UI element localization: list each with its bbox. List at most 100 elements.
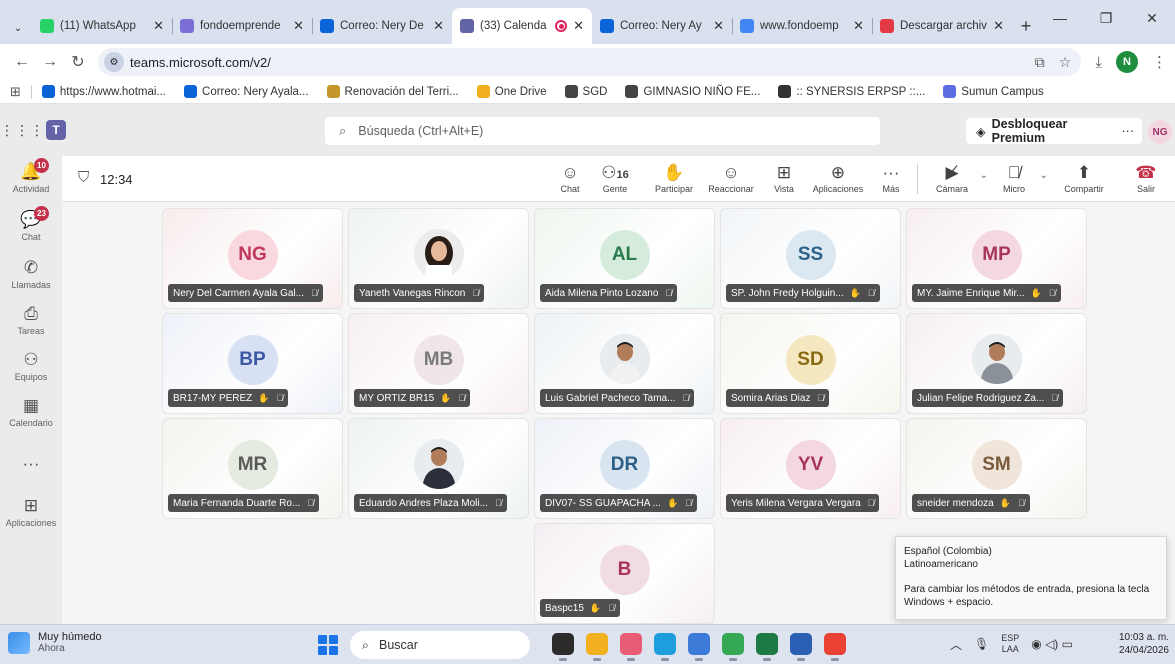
rail-item-calendario[interactable]: ▦ Calendario bbox=[0, 396, 62, 428]
camera-options-chevron-icon[interactable]: ⌄ bbox=[980, 170, 988, 181]
windows-start-icon[interactable] bbox=[318, 635, 338, 655]
rail-item-equipos[interactable]: ⚇ Equipos bbox=[0, 350, 62, 382]
edge-icon[interactable] bbox=[654, 633, 676, 661]
tray-mic-icon[interactable]: 🎙 bbox=[974, 637, 989, 651]
participant-tile[interactable]: BP BR17-MY PEREZ ✋ 🎙̸ bbox=[162, 313, 343, 414]
close-tab-icon[interactable]: ✕ bbox=[713, 18, 724, 34]
omnibox[interactable]: ⚙ teams.microsoft.com/v2/ ⧉ ☆ bbox=[98, 48, 1082, 76]
bookmark-star-icon[interactable]: ☆ bbox=[1059, 54, 1072, 71]
rail-item-more[interactable]: ··· bbox=[0, 454, 62, 476]
participant-tile[interactable]: SS SP. John Fredy Holguin... ✋ 🎙̸ bbox=[720, 208, 901, 309]
shield-icon[interactable]: ⛉ bbox=[78, 169, 89, 186]
browser-tab[interactable]: (11) WhatsApp ✕ bbox=[32, 8, 172, 44]
bookmark-item[interactable]: SGD bbox=[564, 85, 607, 98]
bookmark-item[interactable]: One Drive bbox=[476, 85, 547, 98]
bookmark-item[interactable]: GIMNASIO NIÑO FE... bbox=[625, 85, 760, 98]
rail-item-llamadas[interactable]: ✆ Llamadas bbox=[0, 258, 62, 290]
weather-widget[interactable]: Muy húmedo Ahora bbox=[8, 631, 102, 654]
forward-icon[interactable]: → bbox=[36, 48, 64, 76]
participant-tile[interactable]: NG Nery Del Carmen Ayala Gal... 🎙̸ bbox=[162, 208, 343, 309]
bookmark-item[interactable]: https://www.hotmai... bbox=[41, 85, 166, 98]
settings-more-icon[interactable]: ··· bbox=[1122, 124, 1135, 138]
more-button[interactable]: ··· Más bbox=[876, 162, 906, 194]
browser-tab[interactable]: (33) Calenda ✕ bbox=[452, 8, 592, 44]
participant-tile[interactable]: SD Somira Arias Diaz 🎙̸ bbox=[720, 313, 901, 414]
tray-overflow-chevron-icon[interactable]: ︿ bbox=[950, 636, 962, 653]
participant-tile[interactable]: Yaneth Vanegas Rincon 🎙̸ bbox=[348, 208, 529, 309]
excel-icon[interactable] bbox=[756, 633, 778, 661]
leave-button[interactable]: ☎ Salir bbox=[1128, 162, 1164, 194]
apps-grid-icon[interactable]: ⊞ bbox=[10, 84, 21, 100]
close-tab-icon[interactable]: ✕ bbox=[293, 18, 304, 34]
raise-hand-button[interactable]: ✋ Participar bbox=[646, 162, 702, 194]
task-view-icon[interactable] bbox=[552, 633, 574, 661]
browser-tab[interactable]: www.fondoemp ✕ bbox=[732, 8, 872, 44]
view-button[interactable]: ⊞ Vista bbox=[764, 162, 804, 194]
bookmark-item[interactable]: Sumun Campus bbox=[943, 85, 1044, 98]
cast-icon[interactable]: ⧉ bbox=[1035, 54, 1045, 71]
people-button[interactable]: ⚇16 Gente bbox=[592, 162, 638, 194]
browser-tab[interactable]: fondoemprende ✕ bbox=[172, 8, 312, 44]
apps-button[interactable]: ⊕ Aplicaciones bbox=[806, 162, 870, 194]
file-explorer-icon[interactable] bbox=[586, 633, 608, 661]
close-window-icon[interactable]: ✕ bbox=[1129, 0, 1175, 36]
browser-tab[interactable]: Descargar archiv ✕ bbox=[872, 8, 1012, 44]
participant-tile[interactable]: Eduardo Andres Plaza Moli... 🎙̸ bbox=[348, 418, 529, 519]
taskbar-clock[interactable]: 10:03 a. m. 24/04/2026 bbox=[1119, 631, 1169, 657]
participant-tile[interactable]: Luis Gabriel Pacheco Tama... 🎙̸ bbox=[534, 313, 715, 414]
rail-item-chat[interactable]: 💬 23 Chat bbox=[0, 206, 62, 242]
close-tab-icon[interactable]: ✕ bbox=[853, 18, 864, 34]
participant-tile[interactable]: YV Yeris Milena Vergara Vergara 🎙̸ bbox=[720, 418, 901, 519]
rail-item-actividad[interactable]: 🔔 10 Actividad bbox=[0, 158, 62, 194]
participant-tile[interactable]: MR Maria Fernanda Duarte Ro... 🎙̸ bbox=[162, 418, 343, 519]
rail-item-aplicaciones[interactable]: ⊞ Aplicaciones bbox=[0, 496, 62, 528]
restore-icon[interactable]: ❐ bbox=[1083, 0, 1129, 36]
profile-avatar[interactable]: N bbox=[1116, 51, 1138, 73]
browser-tab[interactable]: Correo: Nery Ay ✕ bbox=[592, 8, 732, 44]
participant-name-bar: sneider mendoza ✋ 🎙̸ bbox=[912, 494, 1030, 512]
back-icon[interactable]: ← bbox=[8, 48, 36, 76]
close-tab-icon[interactable]: ✕ bbox=[433, 18, 444, 34]
rail-item-tareas[interactable]: ⎙ Tareas bbox=[0, 304, 62, 336]
share-button[interactable]: ⬆ Compartir bbox=[1056, 162, 1112, 194]
teams-search-input[interactable]: ⌕ Búsqueda (Ctrl+Alt+E) bbox=[325, 117, 880, 145]
participant-tile[interactable]: MP MY. Jaime Enrique Mir... ✋ 🎙̸ bbox=[906, 208, 1087, 309]
store-icon[interactable] bbox=[688, 633, 710, 661]
participant-tile[interactable]: SM sneider mendoza ✋ 🎙̸ bbox=[906, 418, 1087, 519]
unlock-premium-button[interactable]: ◈ Desbloquear Premium ··· bbox=[966, 117, 1142, 145]
tab-search-icon[interactable]: ⌄ bbox=[4, 12, 32, 44]
reload-icon[interactable]: ↻ bbox=[64, 48, 92, 76]
participant-tile[interactable]: Julian Felipe Rodriguez Za... 🎙̸ bbox=[906, 313, 1087, 414]
photos-icon[interactable] bbox=[620, 633, 642, 661]
taskbar-search[interactable]: ⌕ Buscar bbox=[350, 631, 530, 659]
participant-tile[interactable]: B Baspc15 ✋ 🎙̸ bbox=[534, 523, 715, 624]
input-language-indicator[interactable]: ESP LAA bbox=[1001, 633, 1019, 655]
browser-tab[interactable]: Correo: Nery De ✕ bbox=[312, 8, 452, 44]
participant-tile[interactable]: AL Aida Milena Pinto Lozano 🎙̸ bbox=[534, 208, 715, 309]
react-button[interactable]: ☺ Reaccionar bbox=[702, 162, 760, 194]
chat-button[interactable]: ☺ Chat bbox=[550, 162, 590, 194]
download-icon[interactable]: ⤓ bbox=[1095, 54, 1102, 71]
new-tab-button[interactable]: + bbox=[1012, 8, 1040, 44]
participant-tile[interactable]: DR DIV07- SS GUAPACHA ... ✋ 🎙̸ bbox=[534, 418, 715, 519]
minimize-icon[interactable]: — bbox=[1037, 0, 1083, 36]
wifi-volume-battery-icons[interactable]: ◉ ◁) ▭ bbox=[1031, 637, 1073, 651]
mic-options-chevron-icon[interactable]: ⌄ bbox=[1040, 170, 1048, 181]
bookmark-item[interactable]: :: SYNERSIS ERPSP ::... bbox=[778, 85, 925, 98]
chrome-icon[interactable] bbox=[722, 633, 744, 661]
camera-button[interactable]: ▶̸ Cámara ⌄ bbox=[930, 162, 988, 194]
bookmark-item[interactable]: Correo: Nery Ayala... bbox=[184, 85, 309, 98]
app-launcher-icon[interactable]: ⋮⋮⋮ bbox=[0, 122, 44, 139]
close-tab-icon[interactable]: ✕ bbox=[993, 18, 1004, 34]
close-tab-icon[interactable]: ✕ bbox=[573, 18, 584, 34]
bookmark-item[interactable]: Renovación del Terri... bbox=[326, 85, 459, 98]
url-text[interactable]: teams.microsoft.com/v2/ bbox=[130, 55, 271, 70]
browser-menu-icon[interactable]: ⋮ bbox=[1152, 53, 1167, 71]
word-icon[interactable] bbox=[790, 633, 812, 661]
close-tab-icon[interactable]: ✕ bbox=[153, 18, 164, 34]
user-avatar[interactable]: NG bbox=[1148, 120, 1172, 144]
chrome-profile-icon[interactable] bbox=[824, 633, 846, 661]
mic-button[interactable]: 🎙̸ Micro ⌄ bbox=[994, 162, 1048, 194]
participant-tile[interactable]: MB MY ORTIZ BR15 ✋ 🎙̸ bbox=[348, 313, 529, 414]
site-info-icon[interactable]: ⚙ bbox=[104, 52, 124, 72]
